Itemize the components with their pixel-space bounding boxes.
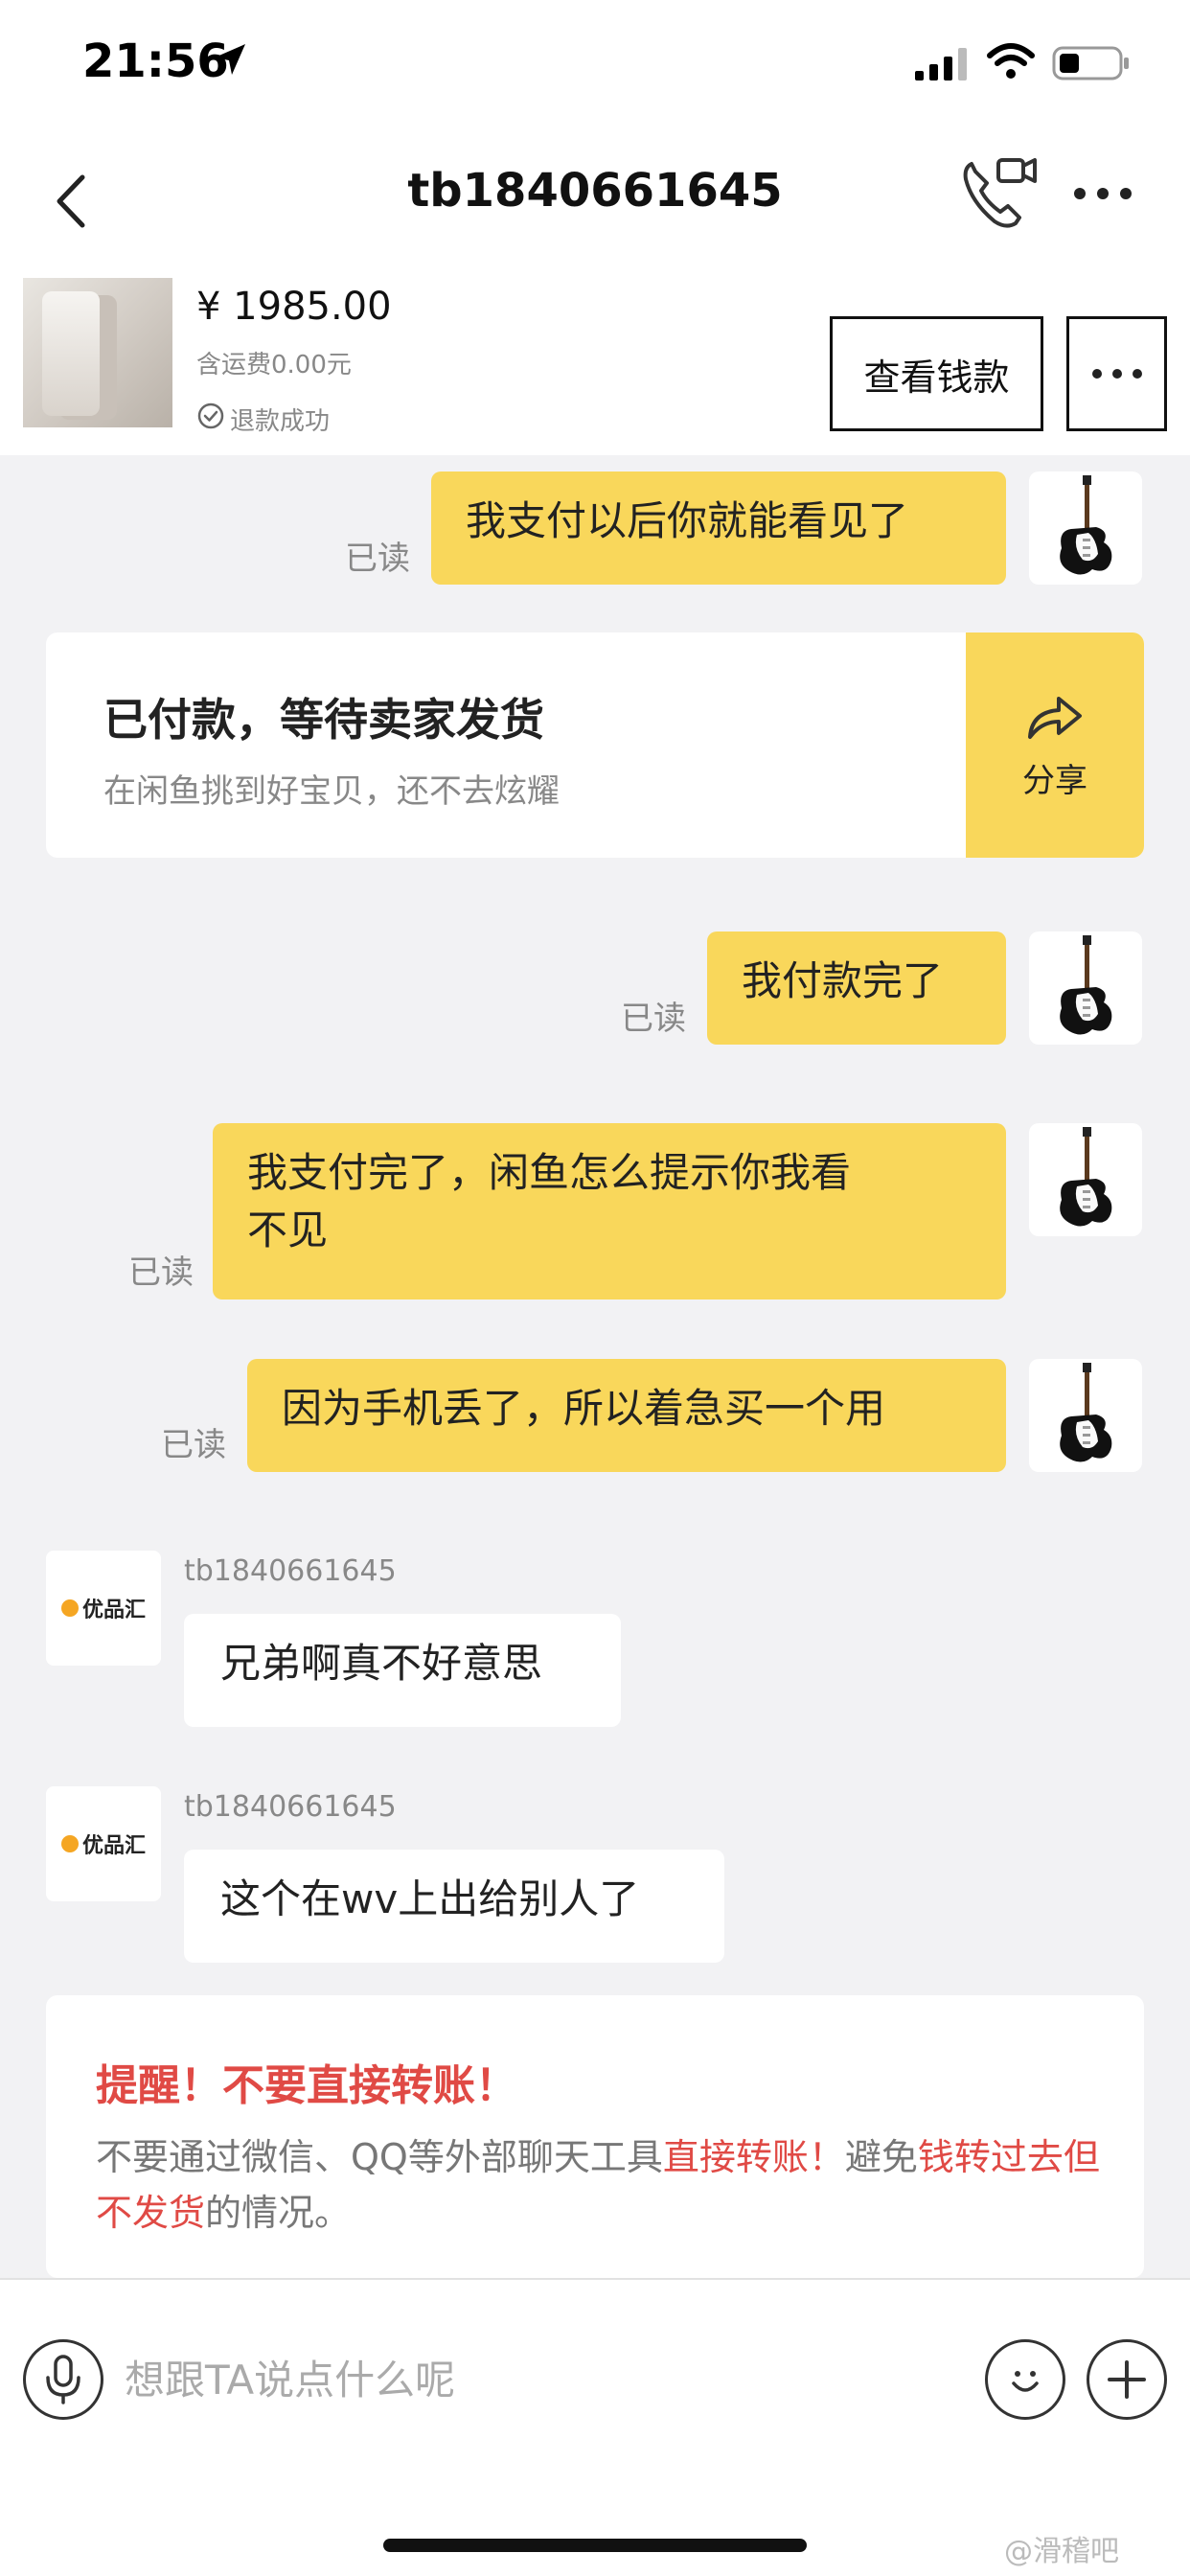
avatar[interactable]: 优品汇: [46, 1786, 161, 1901]
warning-title: 提醒！不要直接转账！: [96, 2061, 517, 2110]
guitar-icon: [1060, 475, 1112, 575]
product-thumbnail[interactable]: [23, 278, 172, 427]
message-text-line: 我支付完了，闲鱼怎么提示你我看: [247, 1149, 852, 1196]
share-button[interactable]: 分享: [966, 632, 1144, 858]
payment-status-card[interactable]: 已付款，等待卖家发货 在闲鱼挑到好宝贝，还不去炫耀 分享: [46, 632, 1144, 858]
share-label: 分享: [1022, 762, 1087, 800]
guitar-icon: [1060, 1363, 1112, 1462]
warning-highlight: 直接转账！: [662, 2136, 845, 2178]
warning-text: 的情况。: [205, 2192, 352, 2234]
add-attachment-button[interactable]: [1087, 2339, 1167, 2420]
read-status: 已读: [128, 1254, 194, 1292]
avatar[interactable]: [1029, 932, 1142, 1045]
shop-logo-text: 优品汇: [81, 1598, 146, 1622]
watermark: @滑稽吧: [1004, 2535, 1119, 2568]
read-status: 已读: [161, 1426, 226, 1464]
message-bubble-incoming[interactable]: 兄弟啊真不好意思: [184, 1614, 621, 1727]
product-price: ¥ 1985.00: [196, 285, 392, 329]
message-bubble-outgoing[interactable]: 我支付以后你就能看见了: [431, 472, 1006, 585]
read-status: 已读: [621, 1000, 686, 1038]
guitar-icon: [1060, 935, 1112, 1035]
view-money-button[interactable]: 查看钱款: [830, 316, 1043, 431]
payment-status-subtitle: 在闲鱼挑到好宝贝，还不去炫耀: [103, 772, 560, 811]
product-more-button[interactable]: [1066, 316, 1167, 431]
check-circle-icon: [197, 402, 224, 429]
plus-icon: [1108, 2360, 1146, 2399]
warning-text: 避免: [844, 2136, 918, 2178]
battery-icon: [1052, 46, 1129, 80]
signal-icon: [915, 48, 967, 80]
sender-name: tb1840661645: [184, 1790, 397, 1824]
microphone-icon: [46, 2355, 80, 2404]
warning-body: 不要通过微信、QQ等外部聊天工具直接转账！避免钱转过去但不发货的情况。: [96, 2129, 1111, 2241]
warning-text: 不要通过微信、QQ等外部聊天工具: [96, 2136, 663, 2178]
read-status: 已读: [345, 540, 410, 578]
nav-bar: tb1840661645: [0, 129, 1190, 273]
shop-logo-icon: [60, 1599, 79, 1617]
avatar[interactable]: [1029, 472, 1142, 585]
wifi-icon: [987, 43, 1035, 79]
status-bar: 21:56: [0, 0, 1190, 129]
avatar[interactable]: 优品汇: [46, 1551, 161, 1666]
home-indicator: [383, 2539, 807, 2552]
guitar-icon: [1060, 1127, 1112, 1227]
message-input[interactable]: [125, 2349, 949, 2410]
shipping-fee: 含运费0.00元: [196, 351, 352, 380]
location-arrow-icon: [215, 44, 245, 75]
avatar[interactable]: [1029, 1123, 1142, 1236]
shop-logo-text: 优品汇: [81, 1834, 146, 1858]
message-bubble-outgoing[interactable]: 我支付完了，闲鱼怎么提示你我看 不见: [213, 1123, 1006, 1300]
message-bubble-outgoing[interactable]: 我付款完了: [707, 932, 1006, 1045]
more-dots-icon: [1091, 369, 1142, 379]
smiley-icon: [1012, 2371, 1039, 2392]
more-dots-icon[interactable]: [1071, 179, 1134, 208]
avatar[interactable]: [1029, 1359, 1142, 1472]
share-arrow-icon: [1028, 697, 1082, 739]
message-input-bar: @滑稽吧: [0, 2278, 1190, 2576]
sender-name: tb1840661645: [184, 1554, 397, 1588]
emoji-button[interactable]: [985, 2339, 1065, 2420]
payment-status-title: 已付款，等待卖家发货: [103, 694, 544, 746]
message-bubble-outgoing[interactable]: 因为手机丢了，所以着急买一个用: [247, 1359, 1006, 1472]
message-bubble-incoming[interactable]: 这个在wv上出给别人了: [184, 1850, 724, 1963]
status-time: 21:56: [82, 34, 229, 88]
phone-video-icon[interactable]: [958, 154, 1039, 235]
shop-logo-icon: [60, 1835, 79, 1852]
voice-button[interactable]: [23, 2339, 103, 2420]
message-text-line: 不见: [247, 1207, 329, 1254]
order-status: 退款成功: [230, 407, 331, 436]
warning-card: 提醒！不要直接转账！ 不要通过微信、QQ等外部聊天工具直接转账！避免钱转过去但不…: [46, 1995, 1144, 2278]
product-header: ¥ 1985.00 含运费0.00元 退款成功 查看钱款: [0, 273, 1190, 455]
